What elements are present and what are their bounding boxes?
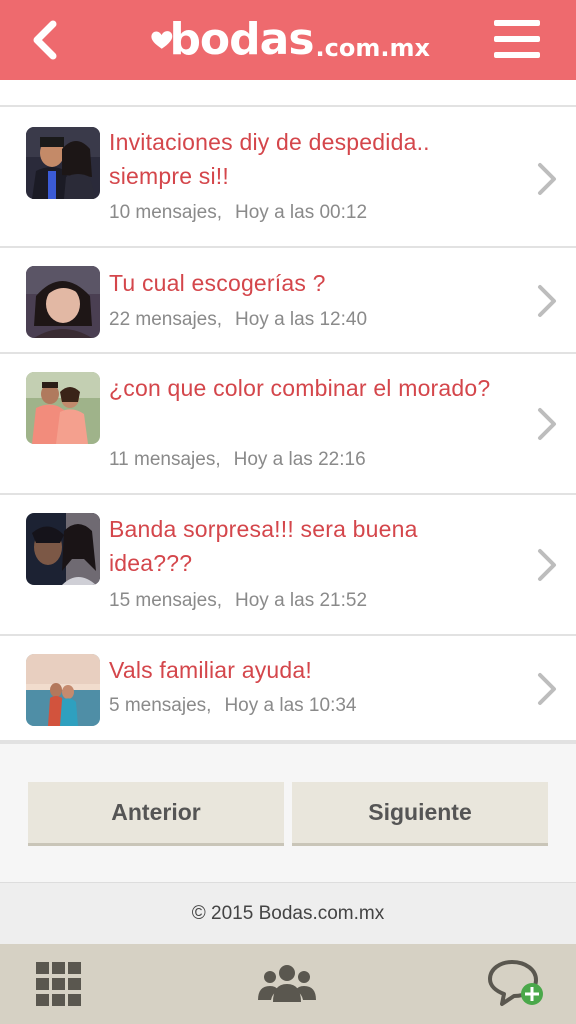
topic-meta: 5 mensajes, Hoy a las 10:34 <box>109 694 356 718</box>
user-avatar <box>26 513 100 585</box>
user-avatar <box>26 654 100 726</box>
topic-meta: 22 mensajes, Hoy a las 12:40 <box>109 308 367 332</box>
last-activity-time: Hoy a las 10:34 <box>224 695 357 716</box>
message-count: 5 mensajes, <box>109 695 212 716</box>
footer: © 2015 Bodas.com.mx <box>0 882 576 944</box>
topic-row[interactable]: Vals familiar ayuda! 5 mensajes, Hoy a la… <box>0 636 576 742</box>
topic-title[interactable]: Banda sorpresa!!! sera buena idea??? <box>109 512 499 580</box>
chevron-right-icon <box>538 163 556 195</box>
topic-meta: 15 mensajes, Hoy a las 21:52 <box>109 589 367 613</box>
chevron-left-icon <box>33 20 57 60</box>
topic-title[interactable]: ¿con que color combinar el morado? <box>109 371 499 405</box>
topic-row[interactable]: ¿con que color combinar el morado? 11 me… <box>0 354 576 495</box>
chevron-right-icon <box>538 285 556 317</box>
brand-name: bodas <box>169 14 314 65</box>
app-screen: bodas .com.mx Invitaciones diy de desped… <box>0 0 576 1024</box>
previous-row-fragment <box>0 80 576 107</box>
menu-line-icon <box>494 20 540 26</box>
message-count: 22 mensajes, <box>109 309 223 330</box>
menu-line-icon <box>494 36 540 42</box>
message-count: 10 mensajes, <box>109 202 223 223</box>
chevron-right-icon <box>538 549 556 581</box>
community-icon <box>258 965 316 1002</box>
last-activity-time: Hoy a las 12:40 <box>235 309 368 330</box>
message-count: 15 mensajes, <box>109 590 223 611</box>
topic-list: Invitaciones diy de despedida.. siempre … <box>0 107 576 742</box>
topic-row[interactable]: Banda sorpresa!!! sera buena idea??? 15 … <box>0 495 576 636</box>
grid-menu-button[interactable] <box>36 962 82 1011</box>
previous-page-button[interactable]: Anterior <box>28 782 284 846</box>
next-page-button[interactable]: Siguiente <box>292 782 548 846</box>
topic-meta: 10 mensajes, Hoy a las 00:12 <box>109 201 367 225</box>
pagination: Anterior Siguiente <box>0 742 576 882</box>
grid-icon <box>36 962 81 1006</box>
chevron-right-icon <box>538 673 556 705</box>
copyright-text: © 2015 Bodas.com.mx <box>191 902 385 924</box>
last-activity-time: Hoy a las 21:52 <box>235 590 368 611</box>
user-avatar <box>26 266 100 338</box>
bottom-nav <box>0 944 576 1024</box>
menu-line-icon <box>494 52 540 58</box>
new-chat-icon <box>488 960 543 1006</box>
community-button[interactable] <box>258 964 316 1009</box>
back-button[interactable] <box>22 16 66 64</box>
topic-title[interactable]: Vals familiar ayuda! <box>109 653 499 687</box>
topic-title[interactable]: Invitaciones diy de despedida.. siempre … <box>109 125 499 193</box>
brand-domain: .com.mx <box>315 34 430 62</box>
top-bar: bodas .com.mx <box>0 0 576 80</box>
topic-title[interactable]: Tu cual escogerías ? <box>109 266 499 300</box>
topic-row[interactable]: Tu cual escogerías ? 22 mensajes, Hoy a l… <box>0 248 576 354</box>
new-chat-button[interactable] <box>488 958 546 1013</box>
topic-row[interactable]: Invitaciones diy de despedida.. siempre … <box>0 107 576 248</box>
chevron-right-icon <box>538 408 556 440</box>
user-avatar <box>26 127 100 199</box>
topic-meta: 11 mensajes, Hoy a las 22:16 <box>109 448 366 472</box>
hamburger-menu-button[interactable] <box>494 20 540 58</box>
message-count: 11 mensajes, <box>109 449 221 470</box>
bodas-logo[interactable]: bodas .com.mx <box>150 8 430 72</box>
last-activity-time: Hoy a las 00:12 <box>235 202 368 223</box>
last-activity-time: Hoy a las 22:16 <box>233 449 366 470</box>
user-avatar <box>26 372 100 444</box>
